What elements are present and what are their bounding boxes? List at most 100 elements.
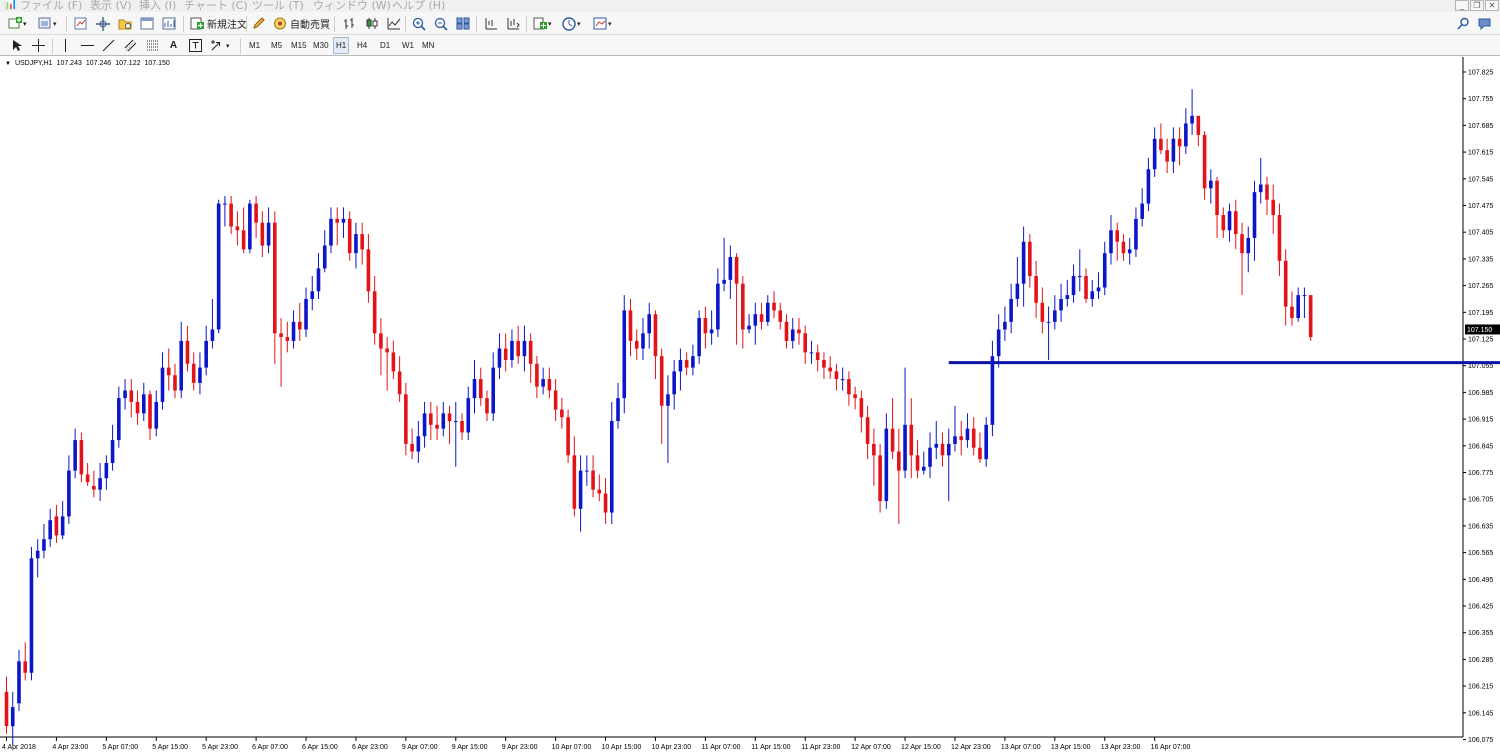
text-label-icon[interactable] <box>187 37 204 54</box>
bullish-candle <box>1059 298 1063 311</box>
terminal-icon[interactable] <box>138 15 155 32</box>
indicators-dropdown-icon[interactable]: ▾ <box>548 15 552 32</box>
timeframe-m30[interactable]: M30 <box>311 37 331 54</box>
navigator-icon[interactable] <box>116 15 133 32</box>
bullish-candle <box>840 379 845 381</box>
chart-menu-triangle-icon[interactable]: ▼ <box>5 61 11 67</box>
bullish-candle <box>965 428 970 441</box>
bearish-candle <box>1277 215 1282 261</box>
new-chart-icon[interactable] <box>6 15 23 32</box>
bullish-candle <box>609 421 614 513</box>
chart-close: 107.150 <box>144 60 170 67</box>
bearish-candle <box>503 348 508 360</box>
new-chart-dropdown-icon[interactable]: ▾ <box>23 15 27 32</box>
menu-view[interactable]: 表示 (V) <box>90 0 132 12</box>
arrows-dropdown-icon[interactable]: ▾ <box>226 37 230 54</box>
horizontal-line-icon[interactable] <box>79 37 96 54</box>
bearish-candle <box>391 352 396 372</box>
menu-insert[interactable]: 挿入 (I) <box>139 0 176 12</box>
menu-chart[interactable]: チャート (C) <box>184 0 248 12</box>
timeframe-mn[interactable]: MN <box>420 37 436 54</box>
market-watch-icon[interactable] <box>72 15 89 32</box>
bullish-candle <box>154 401 159 429</box>
menu-file[interactable]: ファイル (F) <box>20 0 82 12</box>
crosshair-icon[interactable] <box>30 37 47 54</box>
bearish-candle <box>890 428 895 452</box>
zoom-out-icon[interactable] <box>432 15 449 32</box>
bearish-candle <box>572 455 577 509</box>
bullish-candle <box>223 203 227 205</box>
y-tick-label: 107.335 <box>1468 256 1493 263</box>
equidistant-channel-icon[interactable] <box>122 37 139 54</box>
timeframe-h1[interactable]: H1 <box>333 37 350 54</box>
app-icon[interactable]: 📊 <box>4 0 18 10</box>
fibonacci-icon[interactable] <box>144 37 161 54</box>
templates-icon[interactable] <box>591 15 608 32</box>
bullish-candle <box>1065 295 1070 299</box>
bearish-candle <box>597 489 602 494</box>
periods-icon[interactable] <box>560 15 577 32</box>
bearish-candle <box>759 314 764 322</box>
close-icon[interactable]: ✕ <box>1485 0 1499 11</box>
timeframe-m15[interactable]: M15 <box>289 37 309 54</box>
periods-dropdown-icon[interactable]: ▾ <box>577 15 581 32</box>
y-tick-label: 106.565 <box>1468 550 1493 557</box>
templates-dropdown-icon[interactable]: ▾ <box>608 15 612 32</box>
profiles-dropdown-icon[interactable]: ▾ <box>53 15 57 32</box>
bearish-candle <box>485 398 489 414</box>
bearish-candle <box>85 474 90 483</box>
vertical-line-icon[interactable] <box>57 37 74 54</box>
chart-shift-icon[interactable] <box>482 15 499 32</box>
arrows-icon[interactable] <box>208 37 225 54</box>
cursor-icon[interactable] <box>8 37 25 54</box>
data-window-icon[interactable] <box>94 15 111 32</box>
metaeditor-icon[interactable] <box>250 15 267 32</box>
menu-tools[interactable]: ツール (T) <box>252 0 304 12</box>
menu-window[interactable]: ウィンドウ (W) <box>313 0 391 12</box>
bearish-candle <box>859 398 864 418</box>
community-icon[interactable] <box>1476 15 1493 32</box>
y-tick-label: 107.545 <box>1468 176 1493 183</box>
bullish-candle <box>1252 192 1257 238</box>
profiles-icon[interactable] <box>36 15 53 32</box>
new-order-label: 新規注文 <box>207 20 247 31</box>
candlestick-chart-icon[interactable] <box>363 15 380 32</box>
restore-icon[interactable]: ❐ <box>1470 0 1484 11</box>
zoom-in-icon[interactable] <box>410 15 427 32</box>
auto-scroll-icon[interactable] <box>504 15 521 32</box>
bearish-candle <box>653 314 658 357</box>
indicators-icon[interactable] <box>531 15 548 32</box>
chart-window[interactable]: 107.825 107.755 107.685 107.615 107.545 107.4… <box>0 57 1500 755</box>
tile-windows-icon[interactable] <box>454 15 471 32</box>
timeframe-m5[interactable]: M5 <box>269 37 284 54</box>
x-tick-label: 4 Apr 2018 <box>2 744 36 751</box>
bearish-candle <box>173 375 177 391</box>
timeframe-d1[interactable]: D1 <box>378 37 392 54</box>
timeframe-m1[interactable]: M1 <box>247 37 262 54</box>
menu-help[interactable]: ヘルプ (H) <box>392 0 445 12</box>
minimize-icon[interactable]: _ <box>1455 0 1469 11</box>
bullish-candle <box>984 424 988 460</box>
bearish-candle <box>366 249 371 292</box>
bearish-candle <box>528 340 533 364</box>
strategy-tester-icon[interactable] <box>160 15 177 32</box>
timeframe-w1[interactable]: W1 <box>400 37 416 54</box>
toolbar-separator <box>246 16 247 32</box>
y-tick-label: 106.495 <box>1468 577 1493 584</box>
timeframe-h4[interactable]: H4 <box>355 37 369 54</box>
bearish-candle <box>1040 302 1045 322</box>
x-tick-label: 11 Apr 15:00 <box>751 744 790 751</box>
bearish-candle <box>335 218 340 223</box>
bullish-candle <box>790 329 795 341</box>
price-chart[interactable]: 107.825 107.755 107.685 107.615 107.545 107.4… <box>0 57 1500 755</box>
text-icon[interactable]: A <box>165 37 182 54</box>
bar-chart-icon[interactable] <box>341 15 358 32</box>
trendline-icon[interactable] <box>100 37 117 54</box>
auto-trading-button[interactable]: 自動売買 <box>270 15 333 32</box>
bullish-candle <box>647 314 652 334</box>
bullish-candle <box>491 367 496 414</box>
bearish-candle <box>285 337 290 341</box>
line-chart-icon[interactable] <box>385 15 402 32</box>
search-icon[interactable] <box>1455 15 1472 32</box>
new-order-button[interactable]: 新規注文 <box>187 15 250 32</box>
